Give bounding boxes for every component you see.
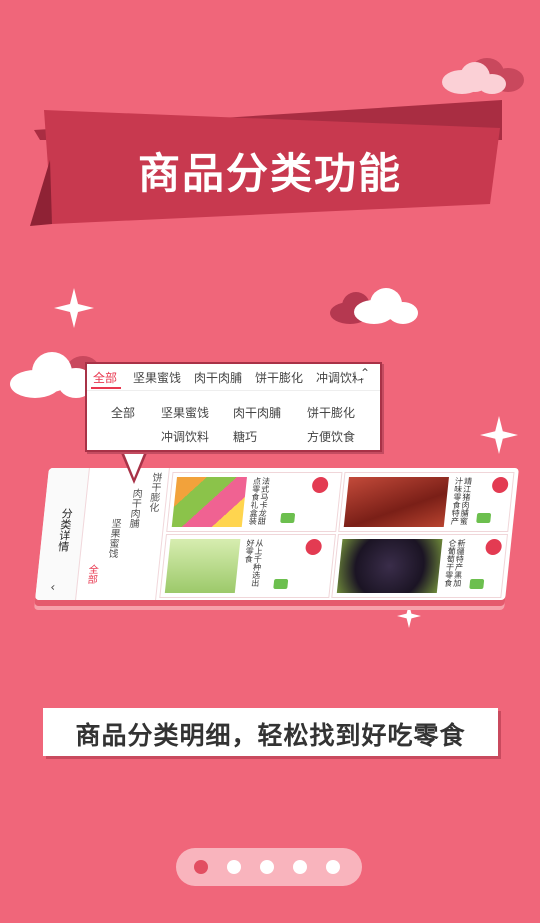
sparkle-icon	[480, 416, 518, 454]
category-item[interactable]: 冲调饮料	[161, 428, 209, 445]
page-indicator	[176, 848, 362, 886]
sidebar-item[interactable]: 坚果蜜饯	[103, 518, 122, 558]
product-card[interactable]: 靖江猪肉脯蜜汁味零食特产	[338, 472, 515, 532]
product-desc: 新疆特产黑加仑葡萄干零食	[443, 539, 467, 587]
product-image	[171, 477, 247, 527]
product-card[interactable]: 从上千种选出好零食	[159, 534, 336, 598]
page-dot[interactable]	[293, 860, 307, 874]
chevron-up-icon[interactable]: ⌃	[356, 367, 374, 379]
phone-header-title: 分类详情	[56, 508, 74, 552]
active-tab-indicator	[91, 387, 121, 389]
product-desc: 靖江猪肉脯蜜汁味零食特产	[449, 477, 473, 525]
cloud-top-right	[440, 58, 530, 94]
caption-box: 商品分类明细，轻松找到好吃零食	[43, 708, 498, 756]
phone-preview: 分类详情 ‹ 全部 坚果蜜饯 肉干肉脯 饼干膨化 法式马卡龙甜点零食礼盒装 靖江…	[20, 468, 519, 608]
category-item[interactable]: 糖巧	[233, 428, 257, 445]
category-tab-row: 全部 坚果蜜饯 肉干肉脯 饼干膨化 冲调饮料 ⌃	[87, 364, 380, 391]
discount-badge	[484, 539, 503, 555]
tab-biscuits[interactable]: 饼干膨化	[255, 369, 303, 386]
discount-badge	[304, 539, 323, 555]
add-button[interactable]	[469, 579, 485, 589]
product-card[interactable]: 新疆特产黑加仑葡萄干零食	[331, 534, 508, 598]
page-dot[interactable]	[260, 860, 274, 874]
page-dot[interactable]	[194, 860, 208, 874]
add-button[interactable]	[476, 513, 492, 523]
add-button[interactable]	[273, 579, 289, 589]
category-dropdown: 全部 坚果蜜饯 肉干肉脯 饼干膨化 冲调饮料 ⌃ 全部 坚果蜜饯 肉干肉脯 饼干…	[85, 362, 382, 452]
phone-screen: 分类详情 ‹ 全部 坚果蜜饯 肉干肉脯 饼干膨化 法式马卡龙甜点零食礼盒装 靖江…	[35, 468, 519, 600]
category-item[interactable]: 肉干肉脯	[233, 404, 281, 421]
banner-title: 商品分类功能	[137, 149, 402, 198]
discount-badge	[491, 477, 509, 493]
tab-nuts[interactable]: 坚果蜜饯	[133, 369, 181, 386]
back-icon[interactable]: ‹	[50, 580, 56, 594]
tab-jerky[interactable]: 肉干肉脯	[194, 369, 242, 386]
sparkle-icon	[54, 288, 94, 328]
page-dot[interactable]	[326, 860, 340, 874]
add-button[interactable]	[280, 513, 296, 523]
product-desc: 从上千种选出好零食	[243, 539, 265, 587]
discount-badge	[311, 477, 329, 493]
product-image	[164, 539, 241, 593]
cloud-middle-right	[330, 288, 420, 324]
category-item[interactable]: 饼干膨化	[307, 404, 355, 421]
product-image	[343, 477, 449, 527]
phone-sidebar: 全部 坚果蜜饯 肉干肉脯 饼干膨化	[75, 468, 170, 600]
page-dot[interactable]	[227, 860, 241, 874]
product-desc: 法式马卡龙甜点零食礼盒装	[247, 477, 271, 525]
sidebar-item[interactable]: 肉干肉脯	[125, 488, 144, 528]
tab-all[interactable]: 全部	[93, 369, 117, 386]
category-item[interactable]: 全部	[111, 404, 135, 421]
category-item[interactable]: 坚果蜜饯	[161, 404, 209, 421]
caption-text: 商品分类明细，轻松找到好吃零食	[75, 721, 466, 750]
category-item[interactable]: 方便饮食	[307, 428, 355, 445]
product-card[interactable]: 法式马卡龙甜点零食礼盒装	[166, 472, 343, 532]
product-image	[336, 539, 443, 593]
sidebar-item[interactable]: 全部	[83, 564, 100, 584]
